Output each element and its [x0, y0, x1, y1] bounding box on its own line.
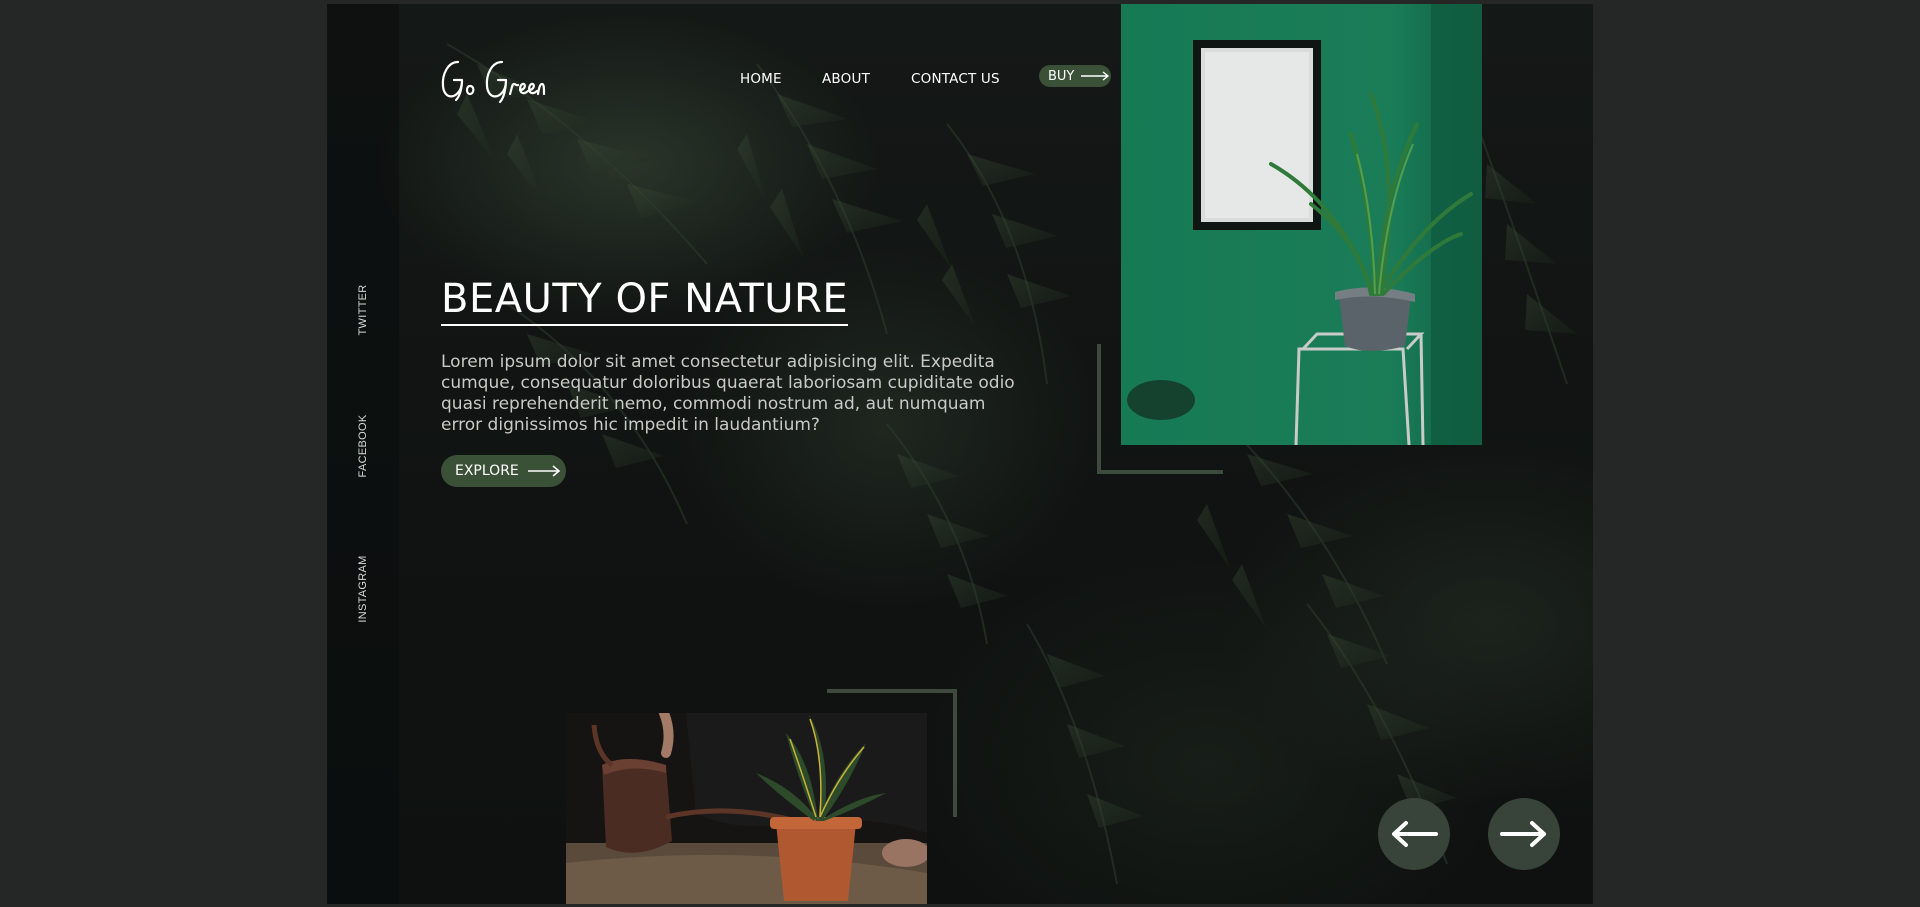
hero-title: BEAUTY OF NATURE	[441, 276, 849, 326]
twitter-link[interactable]: TWITTER	[357, 285, 369, 336]
hero-description: Lorem ipsum dolor sit amet consectetur a…	[441, 352, 1015, 435]
arrow-right-icon	[527, 465, 561, 477]
facebook-link[interactable]: FACEBOOK	[357, 415, 369, 478]
plant-room-photo	[1121, 4, 1482, 445]
arrow-right-icon	[1081, 71, 1110, 81]
arrow-left-icon	[1392, 821, 1438, 847]
nav-home[interactable]: HOME	[740, 71, 782, 87]
previous-slide-button[interactable]	[1378, 798, 1450, 870]
watering-plant-photo	[566, 713, 927, 904]
arrow-right-icon	[1500, 821, 1546, 847]
buy-label: BUY	[1048, 68, 1075, 84]
nav-about[interactable]: ABOUT	[822, 71, 870, 87]
go-green-logo[interactable]	[440, 52, 546, 106]
explore-label: EXPLORE	[455, 463, 519, 479]
explore-button[interactable]: EXPLORE	[441, 455, 566, 487]
next-slide-button[interactable]	[1488, 798, 1560, 870]
nav-contact-us[interactable]: CONTACT US	[911, 71, 1000, 87]
buy-button[interactable]: BUY	[1039, 65, 1111, 87]
instagram-link[interactable]: INSTAGRAM	[357, 555, 369, 622]
landing-page: TWITTER FACEBOOK INSTAGRAM HOME ABOUT CO…	[327, 4, 1593, 904]
